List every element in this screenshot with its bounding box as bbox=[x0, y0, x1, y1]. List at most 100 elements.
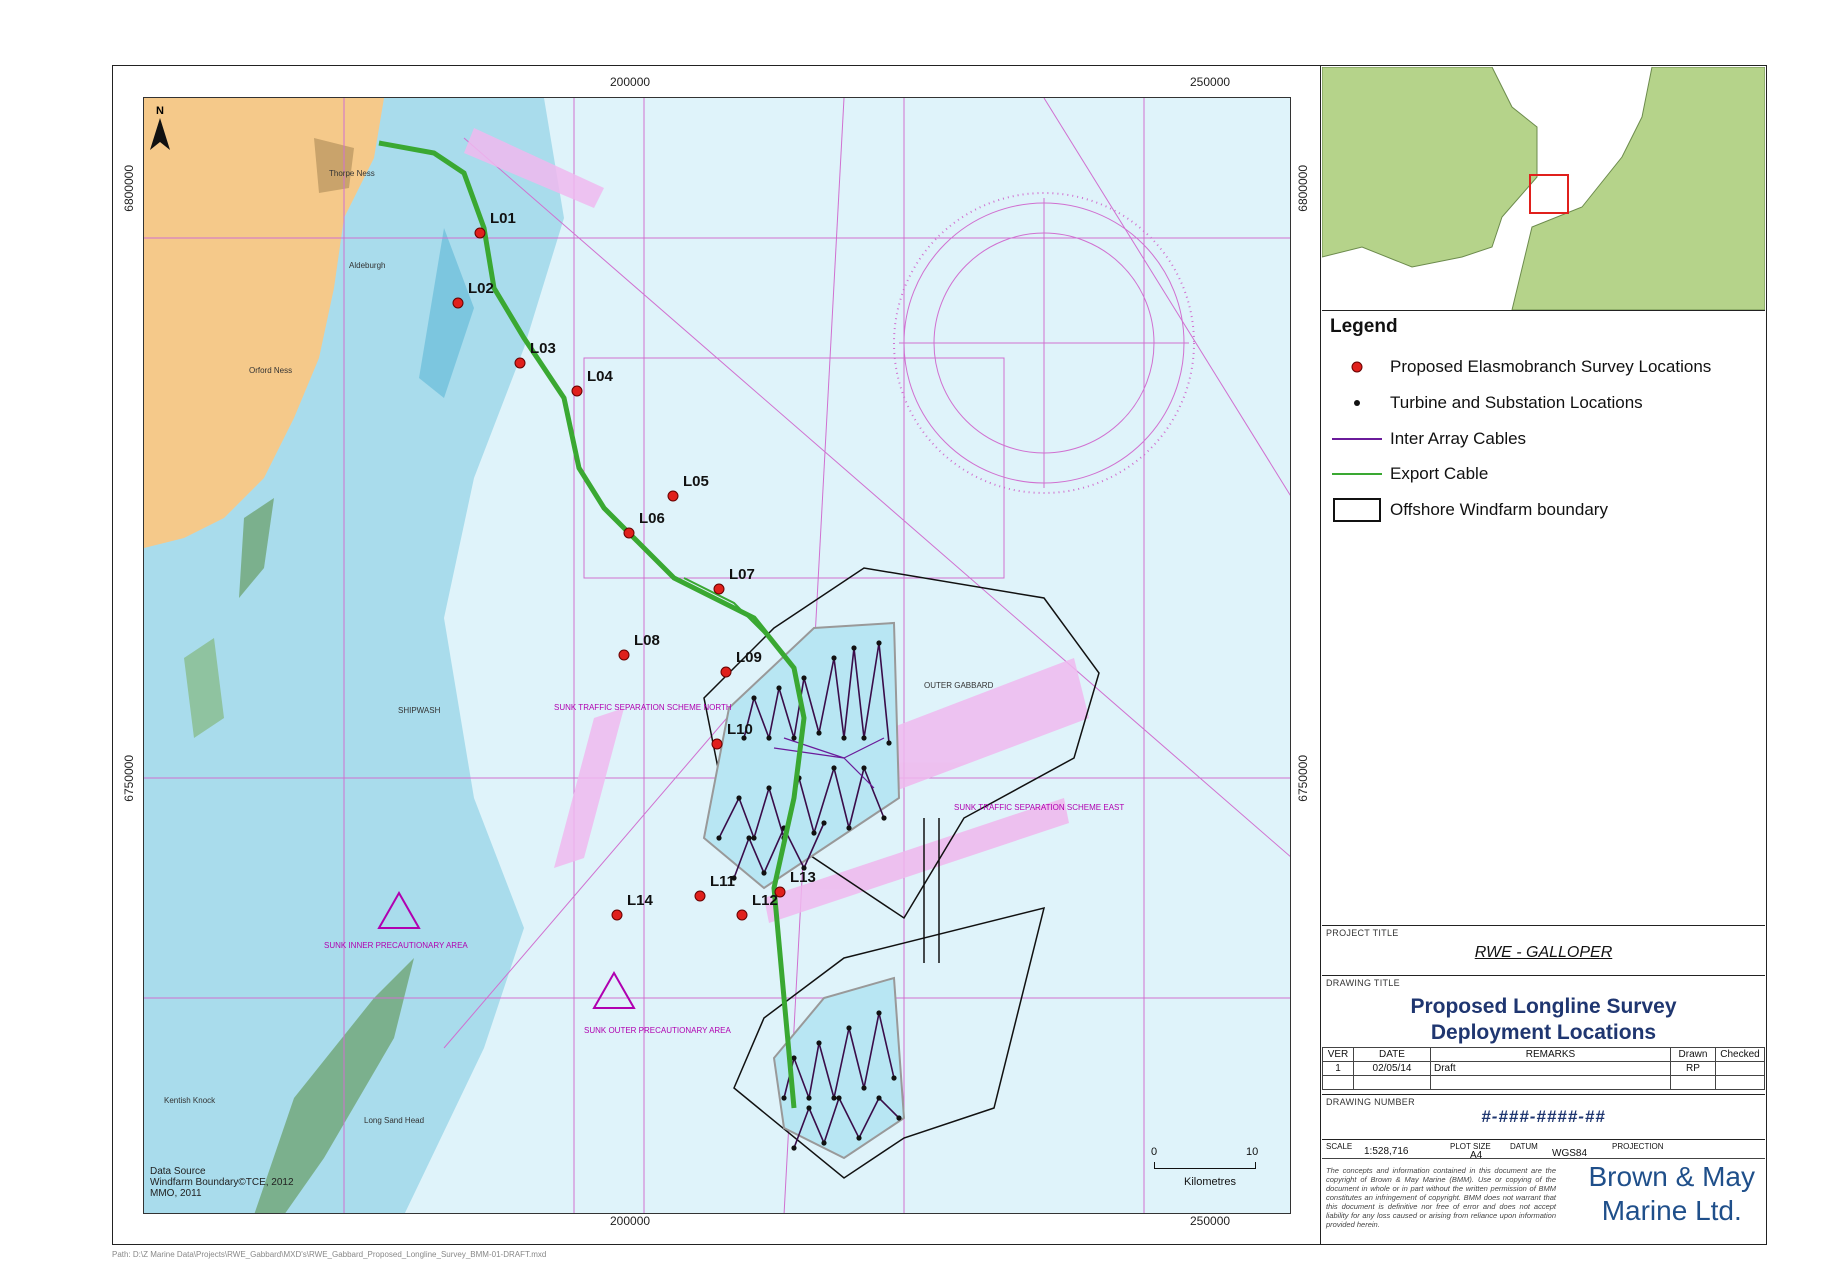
turbine-dot bbox=[861, 1085, 867, 1091]
site-marker-l10[interactable] bbox=[711, 738, 723, 750]
site-label-l06: L06 bbox=[639, 510, 665, 527]
site-label-l03: L03 bbox=[530, 340, 556, 357]
company-name-line-1: Brown & May bbox=[1588, 1161, 1756, 1192]
rev-header-date: DATE bbox=[1353, 1047, 1431, 1062]
turbine-dot bbox=[861, 735, 867, 741]
turbine-dot bbox=[751, 695, 757, 701]
coord-x-top-right: 250000 bbox=[1190, 75, 1231, 89]
turbine-dot bbox=[766, 735, 772, 741]
rev-ver: 1 bbox=[1322, 1061, 1354, 1076]
site-marker-l08[interactable] bbox=[618, 649, 630, 661]
revision-row-empty bbox=[1322, 1075, 1765, 1090]
coord-y-left-bottom: 6750000 bbox=[122, 755, 136, 802]
chart-canvas: Thorpe Ness Aldeburgh Orford Ness SHIPWA… bbox=[144, 98, 1290, 1213]
turbine-dot bbox=[801, 675, 807, 681]
turbine-dot bbox=[811, 830, 817, 836]
legend-title: Legend bbox=[1330, 316, 1398, 337]
site-label-l02: L02 bbox=[468, 280, 494, 297]
turbine-dot bbox=[761, 870, 767, 876]
legend-item-survey-locations: Proposed Elasmobranch Survey Locations bbox=[1332, 354, 1711, 380]
turbine-dot bbox=[856, 1135, 862, 1141]
turbine-dot bbox=[806, 1095, 812, 1101]
drawing-title: Proposed Longline Survey Deployment Loca… bbox=[1322, 994, 1765, 1046]
title-block-project: PROJECT TITLE RWE - GALLOPER bbox=[1322, 925, 1765, 975]
red-dot-icon bbox=[1332, 354, 1382, 380]
title-block-drawing-number: DRAWING NUMBER #-###-####-## bbox=[1322, 1094, 1765, 1139]
turbine-dot bbox=[881, 815, 887, 821]
site-label-l08: L08 bbox=[634, 632, 660, 649]
site-marker-l03[interactable] bbox=[514, 357, 526, 369]
turbine-dot bbox=[876, 1095, 882, 1101]
legend: Legend Proposed Elasmobranch Survey Loca… bbox=[1322, 310, 1765, 925]
rev-header-drawn: Drawn bbox=[1670, 1047, 1716, 1062]
turbine-dot bbox=[891, 1075, 897, 1081]
main-map[interactable]: Thorpe Ness Aldeburgh Orford Ness SHIPWA… bbox=[143, 97, 1291, 1214]
site-marker-l02[interactable] bbox=[452, 297, 464, 309]
project-title: RWE - GALLOPER bbox=[1474, 944, 1613, 961]
drawing-title-line-1: Proposed Longline Survey bbox=[1410, 995, 1677, 1018]
turbine-dot bbox=[896, 1115, 902, 1121]
purple-line-icon bbox=[1332, 426, 1382, 452]
data-source-line-3: MMO, 2011 bbox=[150, 1188, 202, 1199]
turbine-dot bbox=[821, 1140, 827, 1146]
revision-table: VER DATE REMARKS Drawn Checked 1 02/05/1… bbox=[1322, 1047, 1765, 1090]
legend-label: Turbine and Substation Locations bbox=[1390, 393, 1643, 412]
site-marker-l09[interactable] bbox=[720, 666, 732, 678]
turbine-dot bbox=[846, 1025, 852, 1031]
coord-y-left-top: 6800000 bbox=[122, 165, 136, 212]
file-path: Path: D:\Z Marine Data\Projects\RWE_Gabb… bbox=[112, 1250, 547, 1259]
turbine-dot bbox=[851, 645, 857, 651]
turbine-dot bbox=[841, 735, 847, 741]
legend-label: Offshore Windfarm boundary bbox=[1390, 500, 1608, 519]
inset-canvas bbox=[1322, 67, 1765, 310]
site-marker-l12[interactable] bbox=[736, 909, 748, 921]
site-marker-l07[interactable] bbox=[713, 583, 725, 595]
turbine-dot bbox=[831, 765, 837, 771]
turbine-dot bbox=[781, 1095, 787, 1101]
copyright-disclaimer: The concepts and information contained i… bbox=[1326, 1166, 1556, 1229]
turbine-dot bbox=[776, 685, 782, 691]
legend-label: Inter Array Cables bbox=[1390, 429, 1527, 448]
company-name-line-2: Marine Ltd. bbox=[1601, 1195, 1742, 1226]
site-label-l10: L10 bbox=[727, 721, 753, 738]
legend-item-turbines: Turbine and Substation Locations bbox=[1332, 390, 1643, 416]
site-marker-l14[interactable] bbox=[611, 909, 623, 921]
site-label-l01: L01 bbox=[490, 210, 516, 227]
coord-x-bottom-left: 200000 bbox=[610, 1214, 651, 1228]
turbine-dot bbox=[876, 640, 882, 646]
datum-label: DATUM bbox=[1510, 1142, 1538, 1151]
label-sunk-inner: SUNK INNER PRECAUTIONARY AREA bbox=[324, 941, 468, 950]
coord-x-top-left: 200000 bbox=[610, 75, 651, 89]
label-sunk-east: SUNK TRAFFIC SEPARATION SCHEME EAST bbox=[954, 803, 1124, 812]
site-marker-l04[interactable] bbox=[571, 385, 583, 397]
drawing-number: #-###-####-## bbox=[1481, 1107, 1606, 1126]
north-arrow-letter: N bbox=[156, 105, 164, 117]
site-marker-l13[interactable] bbox=[774, 886, 786, 898]
site-label-l05: L05 bbox=[683, 473, 709, 490]
site-label-l07: L07 bbox=[729, 566, 755, 583]
legend-item-inter-array: Inter Array Cables bbox=[1332, 426, 1526, 452]
scale-bar-unit: Kilometres bbox=[1184, 1176, 1236, 1188]
projection-label: PROJECTION bbox=[1612, 1142, 1664, 1151]
label-sunk-north: SUNK TRAFFIC SEPARATION SCHEME NORTH bbox=[554, 703, 732, 712]
site-marker-l11[interactable] bbox=[694, 890, 706, 902]
project-title-label: PROJECT TITLE bbox=[1326, 928, 1399, 938]
turbine-dot bbox=[831, 655, 837, 661]
site-marker-l06[interactable] bbox=[623, 527, 635, 539]
turbine-dot bbox=[791, 735, 797, 741]
turbine-dot bbox=[846, 825, 852, 831]
title-block-scale: SCALE 1:528,716 PLOT SIZE A4 DATUM WGS84… bbox=[1322, 1139, 1765, 1245]
black-dot-icon bbox=[1332, 390, 1382, 416]
turbine-dot bbox=[836, 1095, 842, 1101]
turbine-dot bbox=[876, 1010, 882, 1016]
label-aldeburgh: Aldeburgh bbox=[349, 261, 385, 270]
scale-bar-min: 0 bbox=[1151, 1146, 1158, 1158]
legend-label: Proposed Elasmobranch Survey Locations bbox=[1390, 357, 1712, 376]
turbine-dot bbox=[886, 740, 892, 746]
site-marker-l05[interactable] bbox=[667, 490, 679, 502]
rev-header-ver: VER bbox=[1322, 1047, 1354, 1062]
rev-drawn: RP bbox=[1670, 1061, 1716, 1076]
rev-header-checked: Checked bbox=[1715, 1047, 1765, 1062]
site-marker-l01[interactable] bbox=[474, 227, 486, 239]
turbine-dot bbox=[746, 835, 752, 841]
